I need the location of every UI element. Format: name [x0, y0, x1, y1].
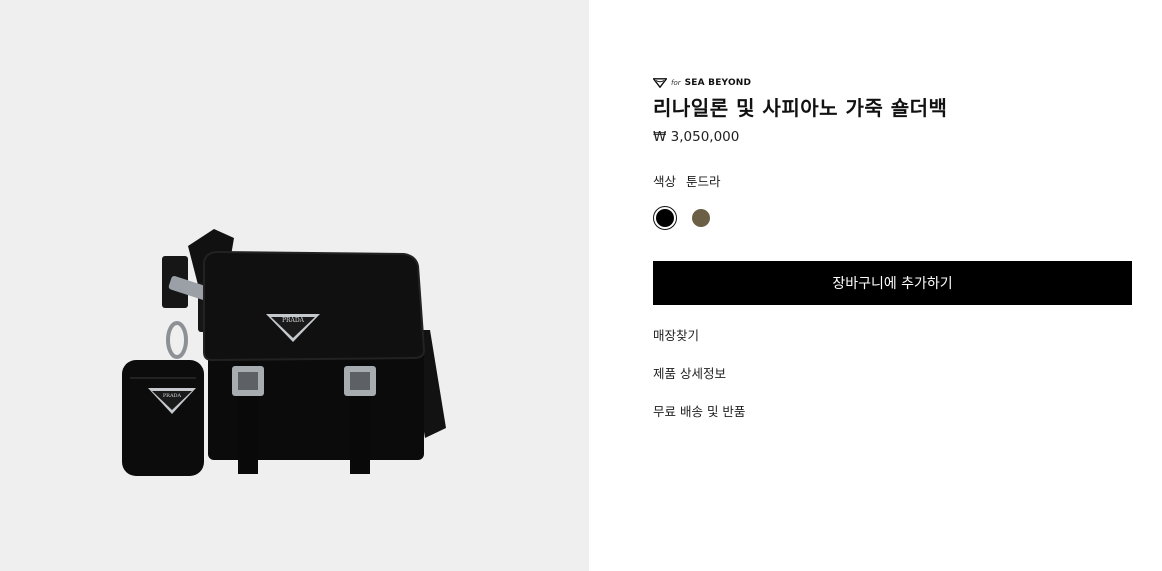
svg-text:PRADA: PRADA [282, 317, 305, 324]
color-label: 색상 [653, 174, 677, 189]
store-finder-link[interactable]: 매장찾기 [653, 325, 699, 344]
color-selector-label: 색상 툰드라 [653, 171, 721, 190]
sea-beyond-badge: for SEA BEYOND [653, 76, 751, 90]
product-image: PRADA PRADA [122, 229, 446, 476]
add-to-cart-button[interactable]: 장바구니에 추가하기 [653, 261, 1132, 305]
triangle-logo-icon [653, 78, 667, 88]
color-value: 툰드라 [686, 174, 721, 189]
svg-text:PRADA: PRADA [163, 393, 182, 399]
shipping-returns-link[interactable]: 무료 배송 및 반품 [653, 401, 745, 420]
color-swatches [653, 206, 713, 230]
product-details-link[interactable]: 제품 상세정보 [653, 363, 726, 382]
product-title: 리나일론 및 사피아노 가죽 숄더백 [653, 96, 948, 120]
brand-prefix: for [671, 79, 681, 87]
swatch-black[interactable] [653, 206, 677, 230]
product-price: ₩ 3,050,000 [653, 129, 740, 145]
swatch-black-dot [656, 209, 674, 227]
brand-name: SEA BEYOND [684, 78, 752, 88]
swatch-olive-dot [692, 209, 710, 227]
swatch-olive[interactable] [689, 206, 713, 230]
product-image-gallery[interactable]: PRADA PRADA [0, 0, 589, 571]
